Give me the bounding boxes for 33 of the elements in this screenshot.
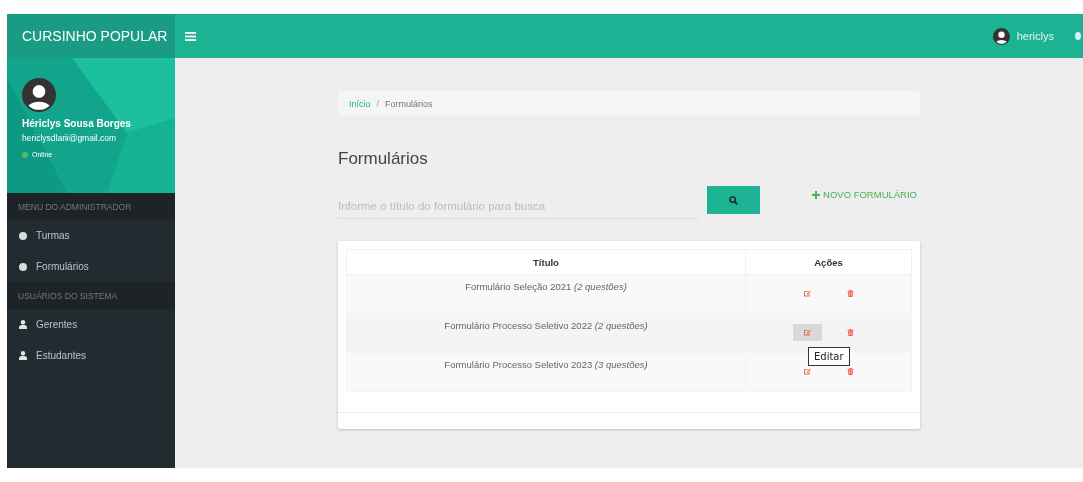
profile-email: hericlysdlarii@gmail.com	[22, 133, 118, 143]
table-cell: Formulário Processo Seletivo 2022 (2 questões)	[346, 313, 746, 353]
search-icon	[729, 195, 738, 205]
section-title: MENU DO ADMINISTRADOR	[7, 193, 175, 220]
nav-item[interactable]: Turmas	[7, 220, 175, 251]
menu-icon[interactable]	[185, 31, 196, 41]
circle-icon	[19, 231, 27, 240]
user-icon	[19, 320, 27, 329]
edit-icon	[803, 290, 811, 297]
edit-icon	[803, 368, 811, 375]
page-title: Formulários	[338, 149, 429, 169]
breadcrumb-current: Formulários	[385, 98, 433, 109]
table-cell: Formulário Processo Seletivo 2023 (3 questões)	[346, 352, 746, 392]
trash-icon	[846, 329, 854, 336]
nav-item[interactable]: Estudantes	[7, 340, 175, 371]
column-header: Título	[346, 249, 746, 275]
table-cell: Formulário Seleção 2021 (2 questões)	[346, 274, 746, 314]
edit-icon	[803, 329, 811, 336]
circle-icon	[19, 262, 27, 271]
trash-icon	[846, 290, 854, 297]
plus-icon	[812, 190, 821, 199]
nav-item[interactable]: Formulários	[7, 251, 175, 282]
tooltip: Editar	[808, 347, 850, 366]
nav-item[interactable]: Gerentes	[7, 309, 175, 340]
profile-name: Hériclys Sousa Borges	[22, 118, 132, 129]
avatar-icon[interactable]	[992, 27, 1010, 45]
column-header: Ações	[745, 249, 912, 275]
search-button[interactable]	[707, 186, 760, 214]
user-icon	[19, 351, 27, 360]
breadcrumb-separator: /	[376, 98, 380, 109]
section-title: USUÁRIOS DO SISTEMA	[7, 282, 175, 309]
avatar-icon	[22, 78, 56, 112]
trash-icon	[846, 368, 854, 375]
